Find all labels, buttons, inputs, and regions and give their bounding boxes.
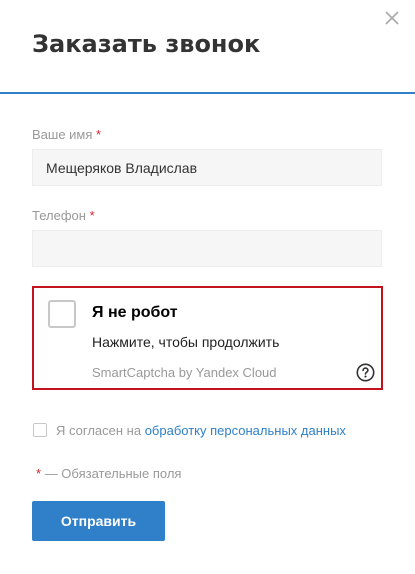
submit-button[interactable]: Отправить bbox=[32, 501, 165, 541]
name-input[interactable] bbox=[32, 149, 382, 186]
required-fields-note: * — Обязательные поля bbox=[36, 466, 181, 481]
captcha-title: Я не робот bbox=[92, 304, 178, 321]
question-circle-icon bbox=[356, 363, 375, 382]
close-button[interactable] bbox=[383, 9, 401, 27]
title-divider bbox=[0, 92, 415, 94]
required-mark: * bbox=[89, 208, 95, 223]
phone-label-text: Телефон bbox=[32, 208, 86, 223]
consent-text: Я согласен на bbox=[56, 423, 142, 438]
captcha-brand: SmartCaptcha by Yandex Cloud bbox=[92, 365, 277, 380]
required-mark: * bbox=[36, 466, 42, 481]
personal-data-link[interactable]: обработку персональных данных bbox=[145, 423, 346, 438]
phone-input[interactable] bbox=[32, 230, 382, 267]
captcha-help-button[interactable] bbox=[356, 363, 375, 382]
consent-label: Я согласен на обработку персональных дан… bbox=[56, 423, 346, 438]
dialog-title: Заказать звонок bbox=[32, 30, 261, 58]
captcha-subtitle: Нажмите, чтобы продолжить bbox=[92, 334, 280, 350]
phone-field-label: Телефон * bbox=[32, 208, 95, 223]
smart-captcha[interactable]: Я не робот Нажмите, чтобы продолжить Sma… bbox=[32, 286, 383, 390]
required-mark: * bbox=[96, 127, 102, 142]
required-note-text: — Обязательные поля bbox=[44, 466, 182, 481]
captcha-checkbox[interactable] bbox=[48, 300, 76, 328]
consent-checkbox[interactable] bbox=[33, 423, 47, 437]
name-label-text: Ваше имя bbox=[32, 127, 93, 142]
close-icon bbox=[385, 11, 399, 25]
name-field-label: Ваше имя * bbox=[32, 127, 101, 142]
